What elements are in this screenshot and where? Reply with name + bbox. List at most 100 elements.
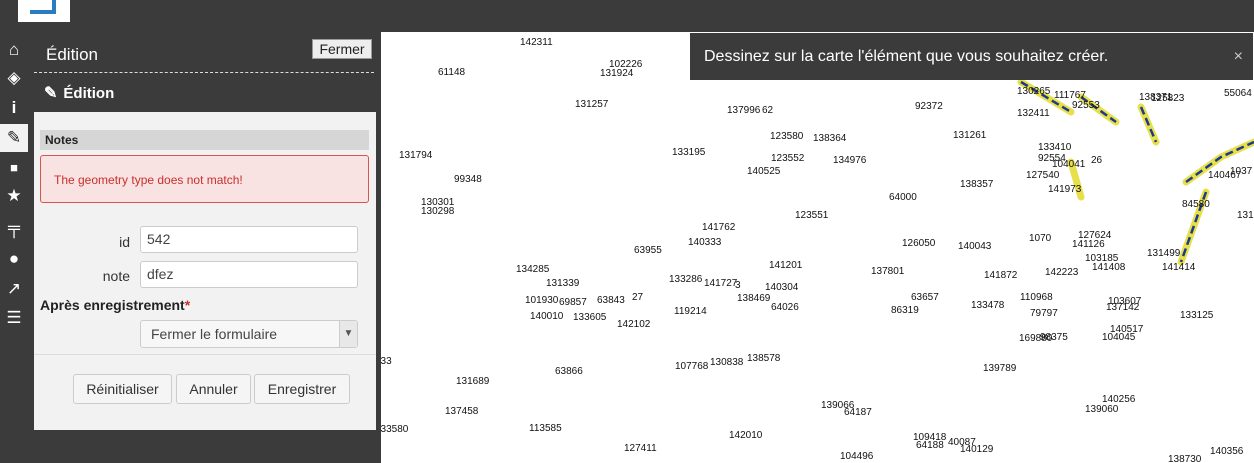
map-label: 133195 xyxy=(672,147,706,158)
map-label: 63955 xyxy=(634,245,662,256)
required-marker: * xyxy=(184,297,191,313)
map-label: 138364 xyxy=(813,133,847,144)
edit-icon: ✎ xyxy=(44,85,58,102)
map-label: 141414 xyxy=(1162,262,1196,273)
edition-panel: Édition Fermer ✎ Édition Notes The geome… xyxy=(28,32,381,463)
map-label: 127540 xyxy=(1026,170,1060,181)
map-label: 141872 xyxy=(984,270,1018,281)
map-label: 141727 xyxy=(704,278,738,289)
map-label: 140043 xyxy=(958,241,992,252)
after-save-text: Après enregistrement xyxy=(40,297,185,313)
logo[interactable] xyxy=(18,0,70,22)
tool-sidebar: ⌂ ◈ i ✎ ■ ★ ╤ ● ↗ ☰ xyxy=(0,32,28,463)
map-label: 79797 xyxy=(1030,308,1058,319)
note-label: note xyxy=(102,268,130,284)
map-label: 131339 xyxy=(546,278,580,289)
panel-title: Édition xyxy=(46,45,98,64)
map-label: 133478 xyxy=(971,300,1005,311)
after-save-select[interactable]: Fermer le formulaire ▼ xyxy=(140,320,358,348)
map-label: 64000 xyxy=(889,192,917,203)
id-field[interactable]: 542 xyxy=(140,226,358,253)
map-label: 84580 xyxy=(1182,199,1210,210)
map-label: 123552 xyxy=(771,153,805,164)
map-label: 63843 xyxy=(597,295,625,306)
map-label: 127411 xyxy=(624,443,657,454)
edit-icon[interactable]: ✎ xyxy=(0,124,28,152)
map-label: 123551 xyxy=(795,210,829,221)
chat-icon[interactable]: ● xyxy=(0,245,28,273)
map-label: 139060 xyxy=(1085,404,1119,415)
map-label: 55064 xyxy=(1224,88,1252,99)
map-label: 138578 xyxy=(747,353,781,364)
divider xyxy=(34,354,376,355)
home-icon[interactable]: ⌂ xyxy=(0,36,28,64)
close-button[interactable]: Fermer xyxy=(312,39,372,59)
map-label: 141762 xyxy=(702,222,736,233)
map-label: 131499 xyxy=(1147,248,1181,259)
map-label: 104496 xyxy=(840,451,874,462)
map-label: 131924 xyxy=(600,68,634,79)
map-label: 137458 xyxy=(445,406,479,417)
layers-icon[interactable]: ◈ xyxy=(0,64,28,92)
map-label: 104045 xyxy=(1102,332,1136,343)
star-icon[interactable]: ★ xyxy=(0,182,28,210)
map-label: 130265 xyxy=(1017,86,1051,97)
map-label: 137801 xyxy=(871,266,905,277)
map-label: 140525 xyxy=(747,166,781,177)
map-label: 64188 xyxy=(916,440,944,451)
map-label: 140010 xyxy=(530,311,564,322)
divider xyxy=(34,72,374,73)
reset-button[interactable]: Réinitialiser xyxy=(73,374,172,404)
id-label: id xyxy=(119,234,130,250)
map-label: 142311 xyxy=(520,37,553,48)
map-label: 133605 xyxy=(573,312,607,323)
map-label: 137142 xyxy=(1106,302,1140,313)
map-label: 169880 xyxy=(1019,333,1053,344)
logo-mark xyxy=(30,0,56,14)
map-label: 69857 xyxy=(559,297,587,308)
map-label: 140304 xyxy=(765,282,799,293)
edit-form: Notes The geometry type does not match! … xyxy=(34,112,376,430)
map-label: 92372 xyxy=(915,101,943,112)
chevron-down-icon: ▼ xyxy=(339,321,357,347)
map-label: 61148 xyxy=(438,67,466,78)
close-icon[interactable]: × xyxy=(1234,33,1243,80)
map-label: 125823 xyxy=(1151,93,1185,104)
map-label: 130838 xyxy=(710,357,744,368)
edition-subtitle: ✎ Édition xyxy=(44,83,114,103)
map-label: 133410 xyxy=(1038,142,1072,153)
map-label: 126050 xyxy=(902,238,936,249)
map-label: 139789 xyxy=(983,363,1017,374)
save-button[interactable]: Enregistrer xyxy=(254,374,350,404)
map-label: 138730 xyxy=(1168,454,1202,463)
map-label: 119214 xyxy=(674,306,707,317)
map-label: 137996 xyxy=(727,105,761,116)
top-bar xyxy=(0,0,1254,32)
comment-icon[interactable]: ■ xyxy=(0,153,28,181)
map-label: 138469 xyxy=(737,293,771,304)
map-label: 110968 xyxy=(1020,292,1053,303)
map-canvas[interactable]: 142311 61148 102226 131924 131257 137996 62 923… xyxy=(381,32,1254,463)
map-label: 1037 xyxy=(1230,166,1253,177)
cancel-button[interactable]: Annuler xyxy=(176,374,251,404)
after-save-value: Fermer le formulaire xyxy=(151,326,278,342)
map-label: 101930 xyxy=(525,295,559,306)
map-label: 142010 xyxy=(729,430,763,441)
map-label: 62 xyxy=(762,105,774,116)
map-label: 133580 xyxy=(381,424,409,435)
map-label: 134976 xyxy=(833,155,867,166)
share-icon[interactable]: ↗ xyxy=(0,275,28,303)
after-save-label: Après enregistrement* xyxy=(40,297,190,313)
map-label: 131257 xyxy=(575,99,609,110)
map-label: 131689 xyxy=(456,376,490,387)
map-label: 26 xyxy=(1091,155,1103,166)
map-label: 133286 xyxy=(669,274,703,285)
measure-icon[interactable]: ╤ xyxy=(0,214,28,242)
map-label: 141126 xyxy=(1072,239,1105,250)
map-label: 131794 xyxy=(399,150,433,161)
note-field[interactable]: dfez xyxy=(140,261,358,288)
list-icon[interactable]: ☰ xyxy=(0,304,28,332)
info-icon[interactable]: i xyxy=(0,94,28,122)
map-label: 64187 xyxy=(844,407,872,418)
map-label: 123580 xyxy=(770,131,804,142)
